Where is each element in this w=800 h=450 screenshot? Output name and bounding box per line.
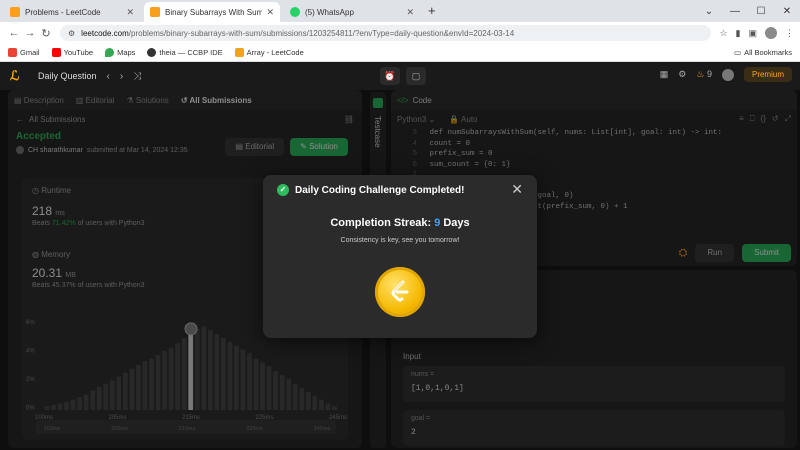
all-bookmarks[interactable]: ▭ All Bookmarks — [734, 48, 792, 57]
whatsapp-favicon-icon — [290, 7, 300, 17]
close-tab-icon[interactable]: ✕ — [126, 7, 134, 18]
reload-icon[interactable]: ↻ — [38, 27, 54, 40]
forward-icon[interactable]: → — [22, 27, 38, 39]
window-controls: ⌄ — ☐ ✕ — [696, 0, 800, 22]
maps-icon — [105, 48, 115, 57]
next-problem-icon[interactable]: › — [120, 71, 123, 82]
modal-title: Daily Coding Challenge Completed! — [295, 184, 465, 196]
modal-header: ✓ Daily Coding Challenge Completed! — [277, 184, 464, 196]
profile-avatar[interactable] — [765, 27, 777, 39]
extensions-icon[interactable]: ▣ — [748, 28, 757, 39]
bookmark-array-leetcode[interactable]: Array - LeetCode — [234, 48, 304, 57]
bookmark-gmail[interactable]: Gmail — [8, 48, 40, 57]
bookmarks-bar: Gmail YouTube Maps theia — CCBP IDE Arra… — [0, 44, 800, 62]
notes-icon[interactable]: ▢ — [406, 67, 426, 85]
browser-toolbar: ← → ↻ ⚙ leetcode.com /problems/binary-su… — [0, 22, 800, 44]
timer-icon[interactable]: ⏰ — [380, 67, 400, 85]
url-path: /problems/binary-subarrays-with-sum/subm… — [128, 28, 515, 38]
leetcode-favicon-icon — [10, 7, 20, 17]
challenge-complete-modal: ✓ Daily Coding Challenge Completed! ✕ Co… — [263, 175, 537, 338]
theia-icon — [147, 48, 157, 57]
leetcode-favicon-icon — [150, 7, 160, 17]
tab-title: (5) WhatsApp — [305, 7, 354, 17]
leetcode-favicon-icon — [234, 48, 244, 57]
new-tab-button[interactable]: + — [428, 2, 436, 22]
premium-button[interactable]: Premium — [743, 67, 792, 82]
streak-number: 9 — [434, 217, 441, 229]
browser-tab-problems[interactable]: Problems - LeetCode ✕ — [4, 2, 140, 22]
close-tab-icon[interactable]: ✕ — [406, 7, 414, 18]
menu-icon[interactable]: ⋮ — [785, 28, 794, 39]
close-window-icon[interactable]: ✕ — [774, 6, 800, 17]
tab-search-icon[interactable]: ⌄ — [696, 6, 722, 17]
modal-tagline: Consistency is key, see you tomorrow! — [340, 237, 460, 244]
browser-tab-strip: Problems - LeetCode ✕ Binary Subarrays W… — [0, 0, 800, 22]
address-bar[interactable]: ⚙ leetcode.com /problems/binary-subarray… — [60, 25, 712, 41]
bookmark-theia[interactable]: theia — CCBP IDE — [147, 48, 223, 57]
folder-icon: ▭ — [733, 48, 742, 57]
gmail-icon — [8, 48, 17, 57]
settings-gear-icon[interactable]: ⚙ — [678, 69, 686, 80]
daily-question-link[interactable]: Daily Question — [38, 71, 97, 81]
shuffle-icon[interactable]: ⤨ — [133, 71, 141, 82]
sidebar-icon[interactable]: ▮ — [736, 28, 741, 39]
prev-problem-icon[interactable]: ‹ — [107, 71, 110, 82]
layout-icon[interactable]: ▦ — [660, 69, 669, 80]
completion-streak: Completion Streak: 9 Days — [330, 217, 470, 229]
youtube-icon — [51, 48, 61, 57]
fire-icon: ♨ — [696, 69, 705, 79]
browser-tab-binary-subarrays[interactable]: Binary Subarrays With Sum - Le ✕ — [144, 2, 280, 22]
bookmark-maps[interactable]: Maps — [105, 48, 135, 57]
site-info-icon[interactable]: ⚙ — [68, 29, 75, 38]
user-avatar[interactable] — [721, 68, 734, 81]
leetcode-logo-icon — [391, 280, 409, 302]
streak-counter[interactable]: ♨ 9 — [696, 69, 712, 80]
leetcode-logo-icon[interactable]: ℒ — [10, 69, 24, 83]
tab-title: Problems - LeetCode — [25, 7, 101, 17]
url-domain: leetcode.com — [81, 28, 129, 38]
maximize-icon[interactable]: ☐ — [748, 6, 774, 17]
close-tab-icon[interactable]: ✕ — [266, 7, 274, 18]
check-circle-icon: ✓ — [277, 184, 289, 196]
minimize-icon[interactable]: — — [722, 6, 748, 17]
leetcode-navbar: ℒ Daily Question ‹ › ⤨ ⏰ ▢ ▦ ⚙ ♨ 9 Premi… — [0, 62, 800, 90]
tab-title: Binary Subarrays With Sum - Le — [165, 7, 263, 17]
close-icon[interactable]: ✕ — [511, 181, 523, 198]
leetcode-coin-icon — [375, 267, 425, 317]
bookmark-star-icon[interactable]: ☆ — [719, 28, 727, 39]
bookmark-youtube[interactable]: YouTube — [51, 48, 93, 57]
back-icon[interactable]: ← — [6, 27, 22, 39]
browser-tab-whatsapp[interactable]: (5) WhatsApp ✕ — [284, 2, 420, 22]
